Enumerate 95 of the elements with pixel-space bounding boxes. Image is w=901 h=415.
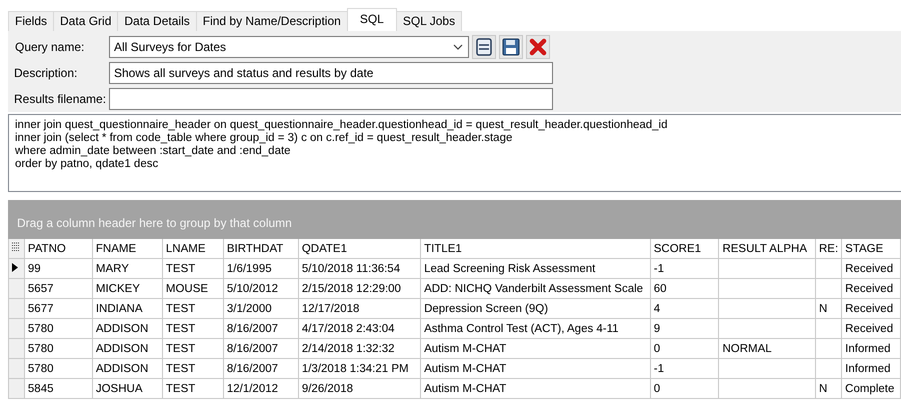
table-cell: ADDISON xyxy=(92,318,162,338)
table-cell: TEST xyxy=(162,338,224,358)
delete-button[interactable] xyxy=(526,34,550,58)
table-cell: 5657 xyxy=(24,278,92,298)
table-cell: TEST xyxy=(162,298,224,318)
database-button[interactable] xyxy=(472,34,496,58)
table-cell: N xyxy=(815,298,842,318)
table-cell: ADDISON xyxy=(92,358,162,378)
column-header[interactable]: RE: xyxy=(815,239,842,258)
table-cell: MARY xyxy=(92,258,162,278)
table-cell: ADD: NICHQ Vanderbilt Assessment Scale xyxy=(420,278,650,298)
table-cell: Autism M-CHAT xyxy=(420,358,650,378)
save-button[interactable] xyxy=(499,34,523,58)
tab[interactable]: Find by Name/Description xyxy=(196,11,348,31)
table-cell: Informed xyxy=(842,358,900,378)
table-cell: 12/17/2018 xyxy=(298,298,421,318)
table-cell: 4/17/2018 2:43:04 xyxy=(298,318,421,338)
table-cell: Received xyxy=(842,258,900,278)
table-cell: 5/10/2012 xyxy=(223,278,298,298)
table-cell: 8/16/2007 xyxy=(223,318,298,338)
table-cell: MICKEY xyxy=(92,278,162,298)
tab[interactable]: Data Details xyxy=(117,11,197,31)
table-cell: 0 xyxy=(650,378,719,398)
table-cell: 2/14/2018 1:32:32 xyxy=(298,338,421,358)
table-cell: 8/16/2007 xyxy=(223,338,298,358)
query-name-dropdown[interactable]: All Surveys for Dates xyxy=(109,36,469,58)
column-header[interactable]: QDATE1 xyxy=(298,239,421,258)
results-filename-field[interactable] xyxy=(109,88,553,110)
table-cell: 9/26/2018 xyxy=(298,378,421,398)
sql-editor[interactable] xyxy=(8,114,901,192)
table-cell: MOUSE xyxy=(162,278,224,298)
caret-icon xyxy=(453,44,463,50)
tab[interactable]: SQL Jobs xyxy=(396,11,462,31)
table-cell: 1/6/1995 xyxy=(223,258,298,278)
table-cell: Autism M-CHAT xyxy=(420,338,650,358)
table-cell: Informed xyxy=(842,338,900,358)
table-cell: 60 xyxy=(650,278,719,298)
table-cell: 4 xyxy=(650,298,719,318)
table-cell: JOSHUA xyxy=(92,378,162,398)
table-cell: TEST xyxy=(162,378,224,398)
table-cell: Received xyxy=(842,278,900,298)
table-cell: 5/10/2018 11:36:54 xyxy=(298,258,421,278)
table-cell: 5780 xyxy=(24,338,92,358)
table-cell: -1 xyxy=(650,258,719,278)
sql-line: inner join (select * from code_table where group_id = 3) c on c.ref_id = quest_result_header.stage xyxy=(15,132,514,145)
table-cell: N xyxy=(815,378,842,398)
table-cell: TEST xyxy=(162,318,224,338)
table-cell: Asthma Control Test (ACT), Ages 4-11 xyxy=(420,318,650,338)
table-cell: 8/16/2007 xyxy=(223,358,298,378)
table-cell: TEST xyxy=(162,358,224,378)
column-header[interactable]: RESULT ALPHA xyxy=(718,239,816,258)
column-header[interactable]: PATNO xyxy=(24,239,92,258)
close-icon xyxy=(529,38,547,56)
tab[interactable]: Fields xyxy=(8,11,54,31)
table-cell: ADDISON xyxy=(92,338,162,358)
row-indicator[interactable] xyxy=(8,258,24,278)
table-cell: TEST xyxy=(162,258,224,278)
database-icon xyxy=(476,38,492,56)
sql-line: order by patno, qdate1 desc xyxy=(15,158,160,171)
column-header[interactable]: TITLE1 xyxy=(420,239,650,258)
table-cell: 5780 xyxy=(24,318,92,338)
table-cell: INDIANA xyxy=(92,298,162,318)
column-header[interactable]: SCORE1 xyxy=(650,239,719,258)
table-cell: 5677 xyxy=(24,298,92,318)
table-cell: 5845 xyxy=(24,378,92,398)
table-cell: -1 xyxy=(650,358,719,378)
table-cell: 0 xyxy=(650,338,719,358)
column-header[interactable]: LNAME xyxy=(162,239,224,258)
table-cell: Received xyxy=(842,318,900,338)
table-cell: 3/1/2000 xyxy=(223,298,298,318)
column-header[interactable]: FNAME xyxy=(92,239,162,258)
table-cell: Depression Screen (9Q) xyxy=(420,298,650,318)
column-header[interactable]: STAGE xyxy=(842,239,900,258)
column-header[interactable]: BIRTHDAT xyxy=(223,239,298,258)
table-cell: 1/3/2018 1:34:21 PM xyxy=(298,358,421,378)
table-cell: 5780 xyxy=(24,358,92,378)
table-cell: Complete xyxy=(842,378,900,398)
tab[interactable]: Data Grid xyxy=(53,11,118,31)
table-cell: Lead Screening Risk Assessment xyxy=(420,258,650,278)
table-cell: NORMAL xyxy=(718,338,816,358)
field-label: Results filename: xyxy=(13,92,108,106)
table-cell: 99 xyxy=(24,258,92,278)
group-hint: Drag a column header here to group by that column xyxy=(17,216,292,230)
sql-line: inner join quest_questionnaire_header on quest_questionnaire_header.questionhead_id = quest_result_header.questionhead_id xyxy=(15,119,669,132)
sql-line: where admin_date between :start_date and :end_date xyxy=(15,145,292,158)
current-row-icon xyxy=(12,262,18,272)
field-label: Query name: xyxy=(14,40,86,54)
table-cell: 12/1/2012 xyxy=(223,378,298,398)
table-cell: Received xyxy=(842,298,900,318)
field-label: Description: xyxy=(13,66,78,80)
table-cell: 2/15/2018 12:29:00 xyxy=(298,278,421,298)
table-cell: 9 xyxy=(650,318,719,338)
description-field[interactable]: Shows all surveys and status and results by date xyxy=(109,62,553,84)
column-chooser-icon[interactable] xyxy=(12,242,20,252)
table-cell: Autism M-CHAT xyxy=(420,378,650,398)
